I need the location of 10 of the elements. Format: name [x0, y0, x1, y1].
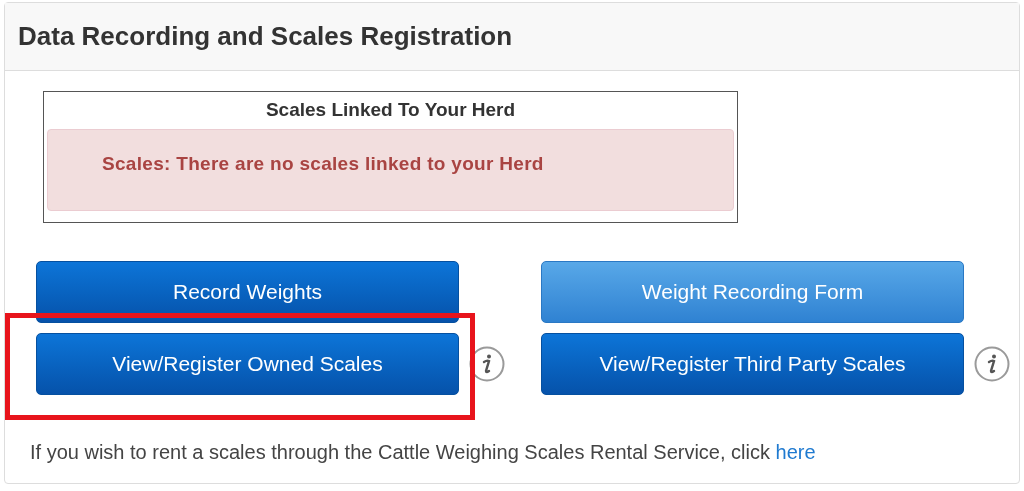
info-icon[interactable]	[974, 346, 1010, 382]
action-button[interactable]: Record Weights	[36, 261, 459, 323]
action-button[interactable]: View/Register Third Party Scales	[541, 333, 964, 395]
action-button[interactable]: Weight Recording Form	[541, 261, 964, 323]
action-button[interactable]: View/Register Owned Scales	[36, 333, 459, 395]
rental-note: If you wish to rent a scales through the Cattle Weighing Scales Rental Service, click here	[30, 440, 817, 465]
alert-message: Scales: There are no scales linked to your Herd	[102, 152, 544, 176]
panel-title: Data Recording and Scales Registration	[18, 20, 513, 53]
here-link[interactable]: here	[775, 441, 816, 463]
table-header: Scales Linked To Your Herd	[265, 98, 516, 123]
